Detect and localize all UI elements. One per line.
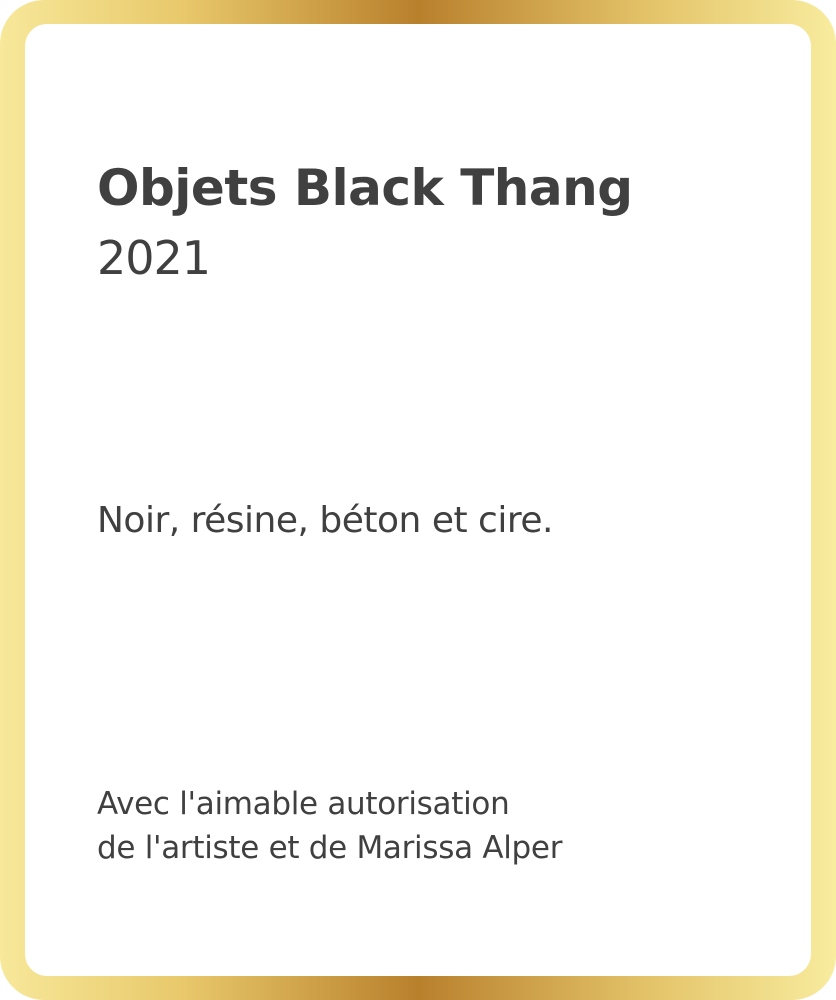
artwork-year: 2021	[97, 231, 211, 285]
gold-frame: Objets Black Thang 2021 Noir, résine, bé…	[0, 0, 836, 1000]
label-card: Objets Black Thang 2021 Noir, résine, bé…	[25, 24, 811, 976]
artwork-medium: Noir, résine, béton et cire.	[97, 500, 553, 541]
artwork-title: Objets Black Thang	[97, 159, 633, 217]
credit-text: Avec l'aimable autorisation de l'artiste…	[97, 782, 562, 870]
credit-line: Avec l'aimable autorisation	[97, 786, 510, 822]
credit-line: de l'artiste et de Marissa Alper	[97, 830, 563, 866]
